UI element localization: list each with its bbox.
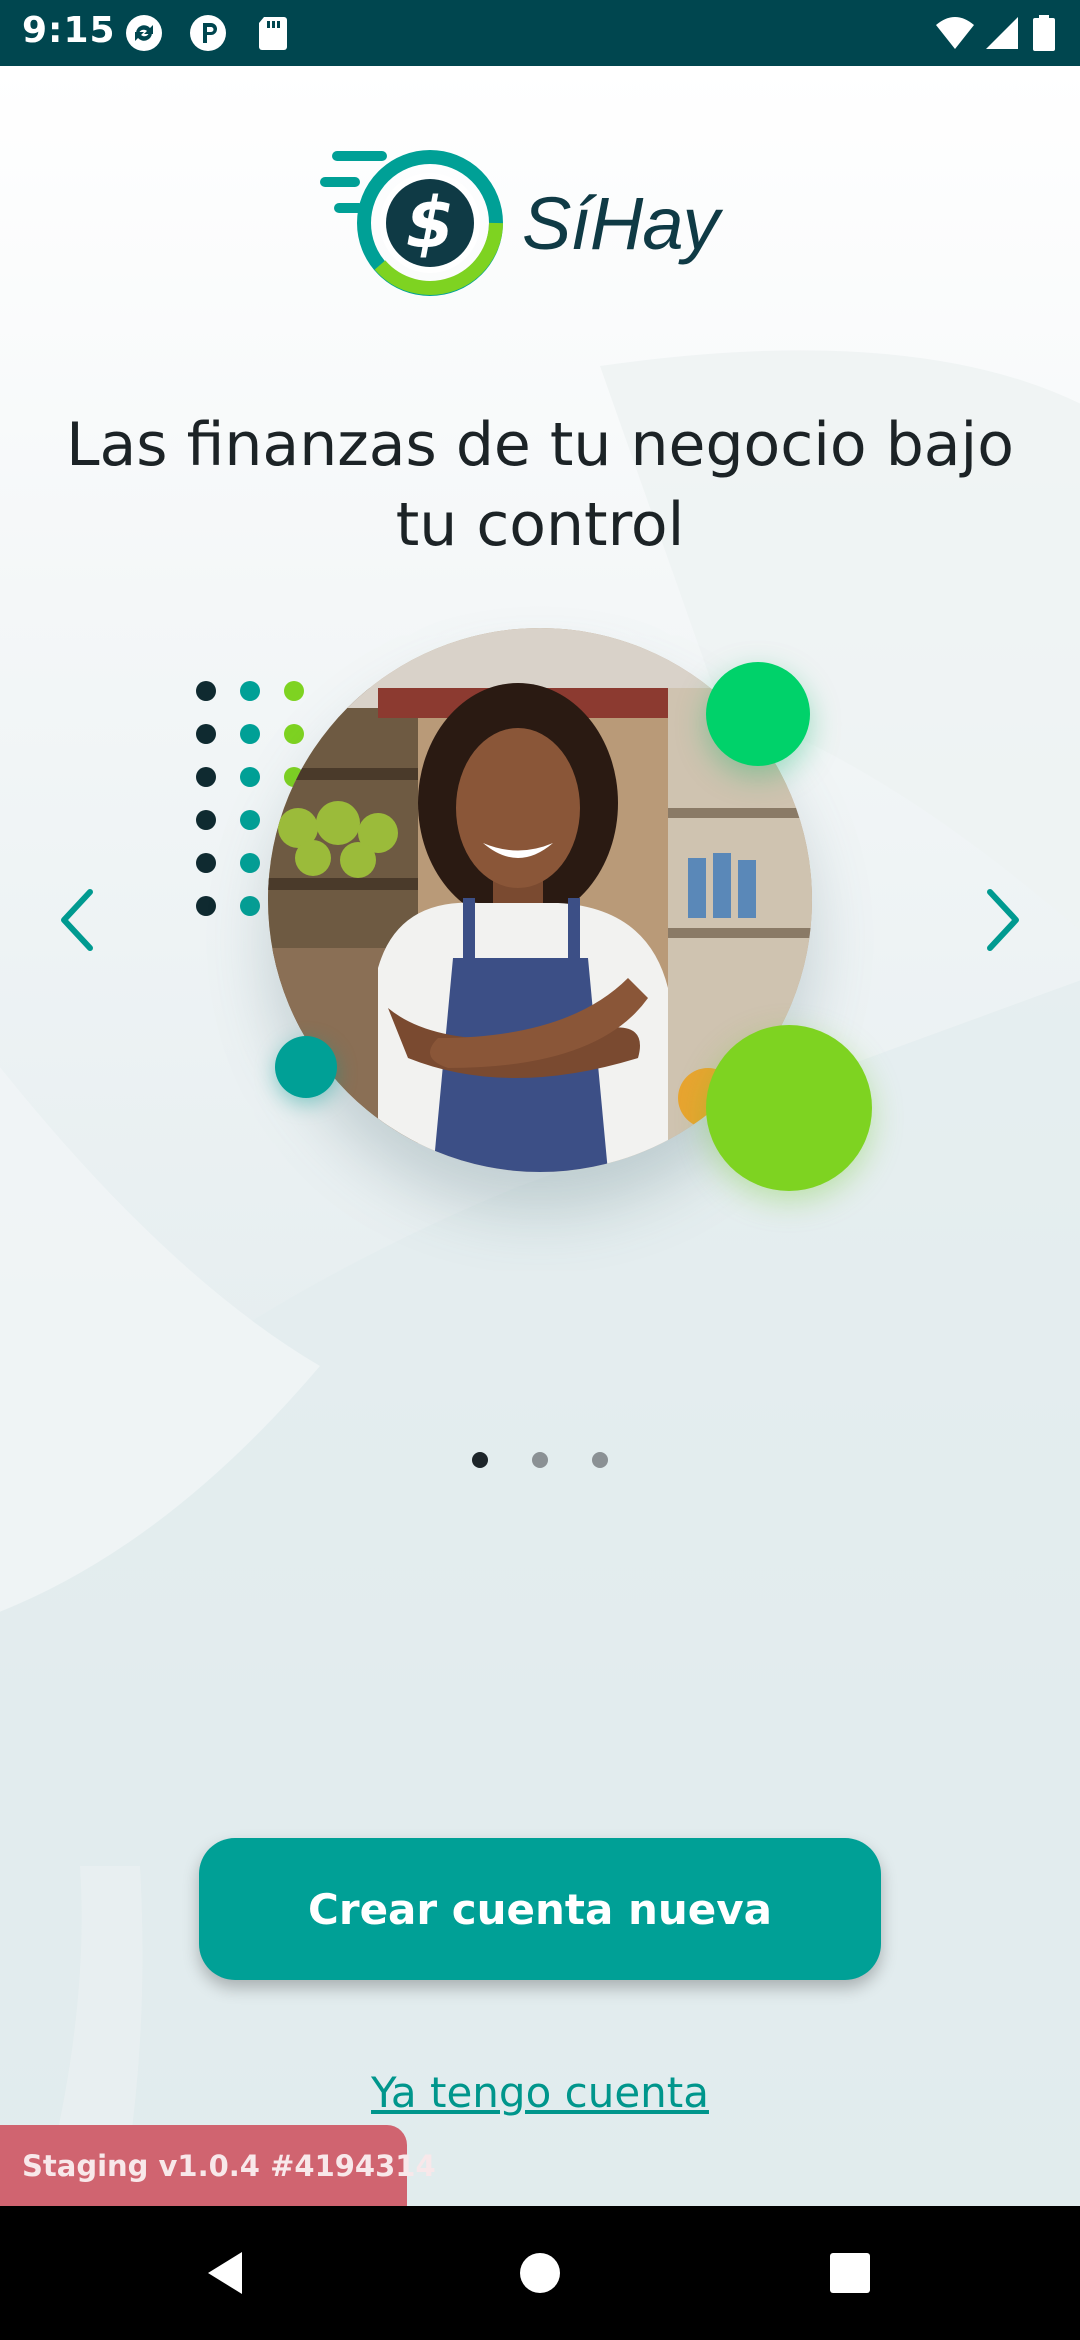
svg-text:$: $ xyxy=(406,182,455,264)
home-button[interactable] xyxy=(505,2238,575,2308)
battery-icon xyxy=(1030,13,1058,53)
staging-version-badge: Staging v1.0.4 #4194314 xyxy=(0,2125,436,2207)
status-time: 9:15 xyxy=(22,10,116,51)
carousel-pager xyxy=(460,1448,620,1472)
have-account-link[interactable]: Ya tengo cuenta xyxy=(340,2068,740,2117)
sync-icon xyxy=(124,13,164,53)
page-title: Las finanzas de tu negocio bajo tu contr… xyxy=(66,410,1014,560)
decor-circle-green xyxy=(706,662,810,766)
back-icon xyxy=(208,2252,242,2294)
back-button[interactable] xyxy=(190,2238,260,2308)
recents-button[interactable] xyxy=(815,2238,885,2308)
brand-name: SíHay xyxy=(522,182,720,265)
home-icon xyxy=(520,2253,560,2293)
carousel-prev-button[interactable] xyxy=(42,880,112,960)
status-bar: 9:15 xyxy=(0,0,1080,66)
recents-icon xyxy=(830,2253,870,2293)
carousel-next-button[interactable] xyxy=(968,880,1038,960)
chevron-right-icon xyxy=(987,889,1019,951)
chevron-left-icon xyxy=(61,889,93,951)
wifi-icon xyxy=(935,13,975,53)
pager-dot-2[interactable] xyxy=(532,1452,548,1468)
pager-dot-3[interactable] xyxy=(592,1452,608,1468)
sd-card-icon xyxy=(252,13,292,53)
p-icon xyxy=(188,13,228,53)
logo-mark-icon: $ xyxy=(320,150,503,296)
decor-circle-teal xyxy=(275,1036,337,1098)
brand-logo: $ SíHay xyxy=(320,145,760,305)
system-nav-bar xyxy=(0,2206,1080,2340)
signal-icon xyxy=(982,13,1022,53)
pager-dot-1[interactable] xyxy=(472,1452,488,1468)
create-account-button[interactable]: Crear cuenta nueva xyxy=(199,1838,881,1980)
decor-circle-lime xyxy=(706,1025,872,1191)
